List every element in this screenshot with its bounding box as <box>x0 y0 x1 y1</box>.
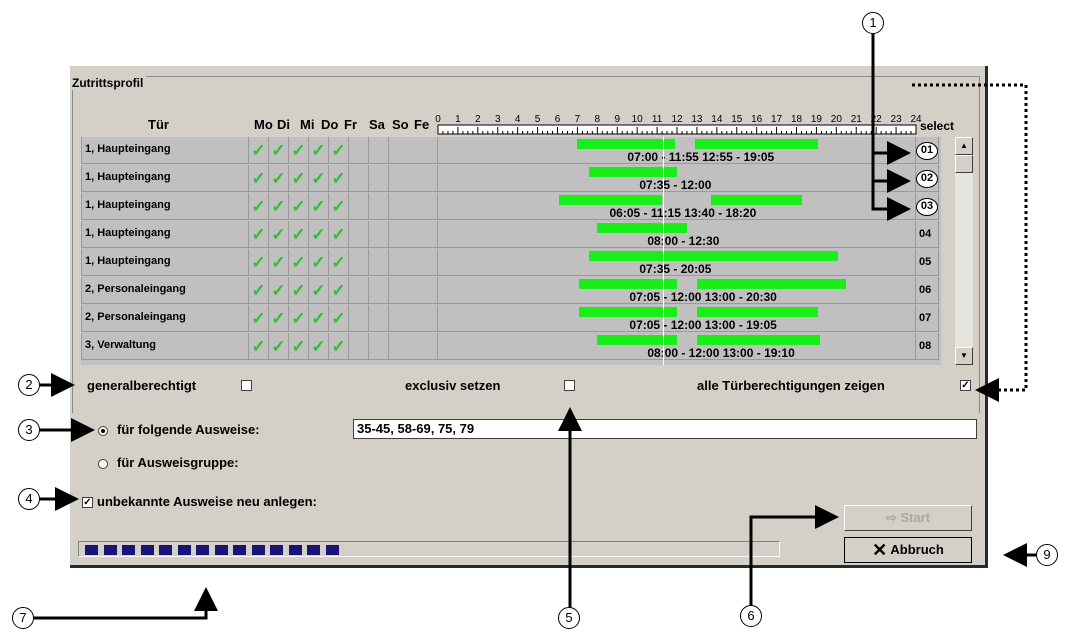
callout-1: 1 <box>862 12 884 34</box>
callout-2: 2 <box>18 374 40 396</box>
callout-arrows <box>34 34 1038 620</box>
callout-4: 4 <box>18 488 40 510</box>
callout-5: 5 <box>558 607 580 629</box>
callout-6: 6 <box>740 605 762 627</box>
callout-7: 7 <box>12 607 34 629</box>
callout-3: 3 <box>18 419 40 441</box>
callout-9: 9 <box>1036 544 1058 566</box>
